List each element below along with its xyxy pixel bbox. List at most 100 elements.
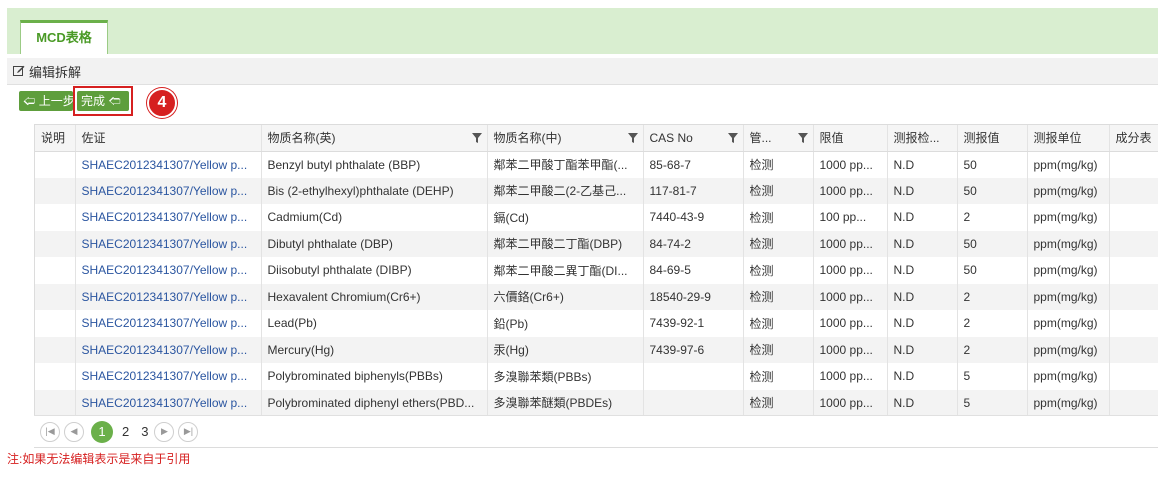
col-header-name-en[interactable]: 物质名称(英) xyxy=(261,125,488,152)
table-cell: ppm(mg/kg) xyxy=(1027,177,1110,204)
table-cell: N.D xyxy=(887,310,958,337)
table-cell: Mercury(Hg) xyxy=(261,336,488,363)
table-cell xyxy=(35,389,76,416)
table-cell: 5 xyxy=(957,363,1028,390)
table-cell: 2 xyxy=(957,336,1028,363)
col-header-unit[interactable]: 测报单位 xyxy=(1027,125,1110,152)
table-cell: 7439-97-6 xyxy=(643,336,744,363)
prev-step-button[interactable]: 🢠 上一步 xyxy=(19,91,75,111)
table-cell[interactable]: SHAEC2012341307/Yellow p... xyxy=(75,230,262,257)
step-badge: 4 xyxy=(147,88,177,118)
table-cell[interactable]: SHAEC2012341307/Yellow p... xyxy=(75,204,262,231)
table-row[interactable]: SHAEC2012341307/Yellow p... Benzyl butyl … xyxy=(35,151,1158,178)
table-cell: Cadmium(Cd) xyxy=(261,204,488,231)
col-header-control[interactable]: 管... xyxy=(743,125,814,152)
tab-mcd-table[interactable]: MCD表格 xyxy=(20,20,108,54)
arrow-left-icon: 🢠 xyxy=(23,94,36,108)
table-row[interactable]: SHAEC2012341307/Yellow p... Polybrominate… xyxy=(35,363,1158,390)
highlight-box xyxy=(73,86,133,116)
col-header-cas[interactable]: CAS No xyxy=(643,125,744,152)
section-title: 编辑拆解 xyxy=(29,64,82,80)
table-cell: 84-74-2 xyxy=(643,230,744,257)
table-cell: 1000 pp... xyxy=(813,310,888,337)
table-row[interactable]: SHAEC2012341307/Yellow p... Mercury(Hg) 汞(… xyxy=(35,336,1158,363)
page-1[interactable]: 1 xyxy=(91,420,113,443)
page-2[interactable]: 2 xyxy=(122,424,129,439)
table-cell: 汞(Hg) xyxy=(487,336,644,363)
filter-icon[interactable] xyxy=(471,133,482,143)
prev-page-icon[interactable]: ◀ xyxy=(64,421,84,442)
table-cell[interactable]: SHAEC2012341307/Yellow p... xyxy=(75,363,262,390)
table-row[interactable]: SHAEC2012341307/Yellow p... Cadmium(Cd) 鎘(… xyxy=(35,204,1158,231)
table-cell: N.D xyxy=(887,336,958,363)
table-cell: N.D xyxy=(887,257,958,284)
table-cell: 1000 pp... xyxy=(813,363,888,390)
table-cell: ppm(mg/kg) xyxy=(1027,336,1110,363)
table-cell: N.D xyxy=(887,177,958,204)
table-cell: 1000 pp... xyxy=(813,151,888,178)
filter-icon[interactable] xyxy=(797,133,808,143)
table-cell[interactable]: SHAEC2012341307/Yellow p... xyxy=(75,389,262,416)
last-page-icon[interactable]: ▶| xyxy=(178,421,199,442)
table-cell[interactable]: SHAEC2012341307/Yellow p... xyxy=(75,283,262,310)
table-cell xyxy=(35,283,76,310)
table-cell xyxy=(35,151,76,178)
table-row[interactable]: SHAEC2012341307/Yellow p... Bis (2-ethylh… xyxy=(35,177,1158,204)
table-cell: 检测 xyxy=(743,230,814,257)
table-cell: ppm(mg/kg) xyxy=(1027,151,1110,178)
table-cell: ppm(mg/kg) xyxy=(1027,363,1110,390)
table-row[interactable]: SHAEC2012341307/Yellow p... Lead(Pb) 鉛(Pb)… xyxy=(35,310,1158,337)
table-cell xyxy=(643,363,744,390)
col-header-name-cn[interactable]: 物质名称(中) xyxy=(487,125,644,152)
table-cell: 鉛(Pb) xyxy=(487,310,644,337)
substance-table: 说明 佐证 物质名称(英) 物质名称(中) CAS No 管... 限值 测报检… xyxy=(34,124,1158,448)
table-cell[interactable]: SHAEC2012341307/Yellow p... xyxy=(75,177,262,204)
table-cell: Bis (2-ethylhexyl)phthalate (DEHP) xyxy=(261,177,488,204)
table-cell: 117-81-7 xyxy=(643,177,744,204)
first-page-icon[interactable]: |◀ xyxy=(40,421,60,442)
table-cell xyxy=(1109,257,1158,284)
table-row[interactable]: SHAEC2012341307/Yellow p... Polybrominate… xyxy=(35,389,1158,416)
col-header-composition[interactable]: 成分表 xyxy=(1109,125,1158,152)
table-cell: N.D xyxy=(887,389,958,416)
table-cell: 84-69-5 xyxy=(643,257,744,284)
table-row[interactable]: SHAEC2012341307/Yellow p... Hexavalent Ch… xyxy=(35,283,1158,310)
table-cell: ppm(mg/kg) xyxy=(1027,283,1110,310)
table-cell xyxy=(1109,177,1158,204)
table-cell: 鄰苯二甲酸二(2-乙基己... xyxy=(487,177,644,204)
next-page-icon[interactable]: ▶ xyxy=(154,421,175,442)
filter-icon[interactable] xyxy=(627,133,638,143)
table-row[interactable]: SHAEC2012341307/Yellow p... Dibutyl phtha… xyxy=(35,230,1158,257)
table-cell: 鄰苯二甲酸丁酯苯甲酯(... xyxy=(487,151,644,178)
table-cell xyxy=(1109,151,1158,178)
col-header-test-value[interactable]: 测报值 xyxy=(957,125,1028,152)
table-cell: 检测 xyxy=(743,257,814,284)
table-cell: N.D xyxy=(887,363,958,390)
table-cell: N.D xyxy=(887,204,958,231)
table-cell: 1000 pp... xyxy=(813,230,888,257)
page-3[interactable]: 3 xyxy=(141,424,148,439)
table-cell[interactable]: SHAEC2012341307/Yellow p... xyxy=(75,151,262,178)
col-header-test-detect[interactable]: 测报检... xyxy=(887,125,958,152)
table-cell: 100 pp... xyxy=(813,204,888,231)
col-header-limit[interactable]: 限值 xyxy=(813,125,888,152)
table-cell: N.D xyxy=(887,151,958,178)
table-cell[interactable]: SHAEC2012341307/Yellow p... xyxy=(75,336,262,363)
table-cell: Benzyl butyl phthalate (BBP) xyxy=(261,151,488,178)
table-cell: 1000 pp... xyxy=(813,389,888,416)
col-header-evidence[interactable]: 佐证 xyxy=(75,125,262,152)
table-cell: 检测 xyxy=(743,283,814,310)
filter-icon[interactable] xyxy=(727,133,738,143)
table-cell xyxy=(35,204,76,231)
table-cell: ppm(mg/kg) xyxy=(1027,257,1110,284)
table-cell: Hexavalent Chromium(Cr6+) xyxy=(261,283,488,310)
table-cell[interactable]: SHAEC2012341307/Yellow p... xyxy=(75,257,262,284)
table-cell: 1000 pp... xyxy=(813,177,888,204)
table-cell xyxy=(1109,310,1158,337)
table-cell: 鄰苯二甲酸二丁酯(DBP) xyxy=(487,230,644,257)
col-header-note[interactable]: 说明 xyxy=(35,125,76,152)
table-cell: 7439-92-1 xyxy=(643,310,744,337)
table-cell[interactable]: SHAEC2012341307/Yellow p... xyxy=(75,310,262,337)
table-row[interactable]: SHAEC2012341307/Yellow p... Diisobutyl ph… xyxy=(35,257,1158,284)
table-cell: 检测 xyxy=(743,310,814,337)
